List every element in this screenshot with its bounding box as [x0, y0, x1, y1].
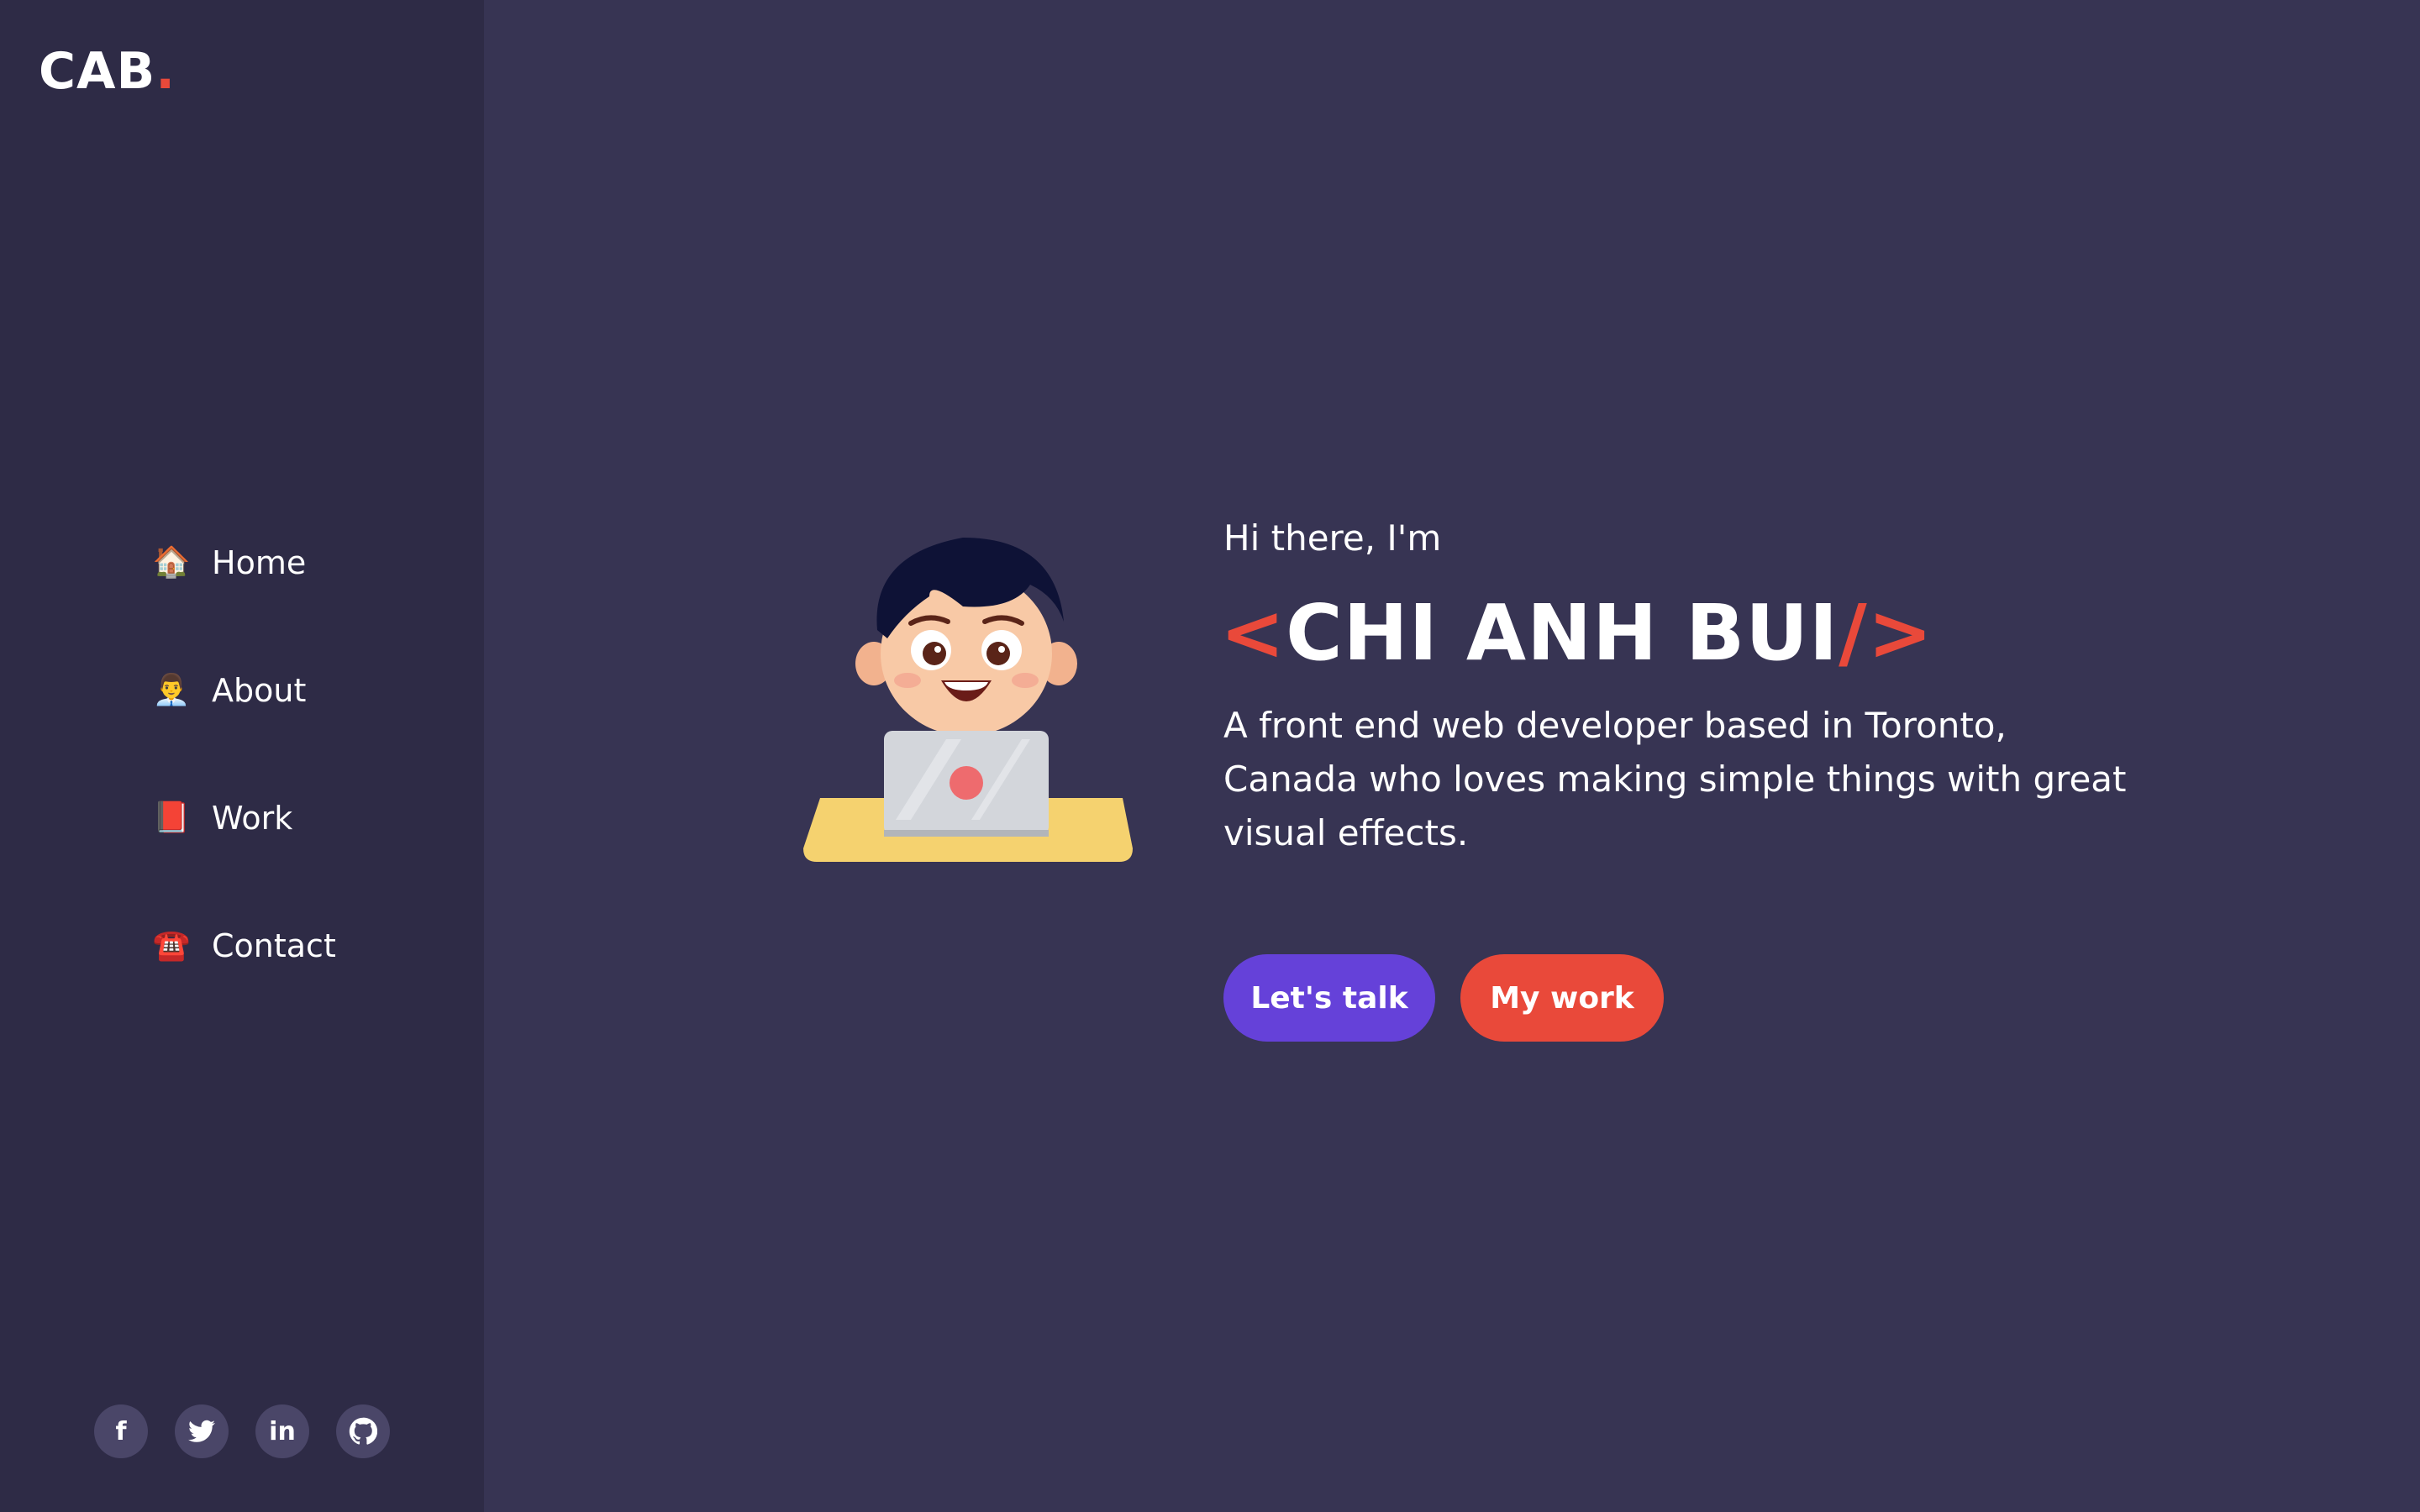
site-logo[interactable]: CAB.	[39, 42, 176, 101]
my-work-button[interactable]: My work	[1460, 954, 1664, 1042]
nav-label-contact: Contact	[212, 927, 336, 964]
hero-tagline: A front end web developer based in Toron…	[1223, 705, 2127, 853]
name-open-bracket: <	[1220, 588, 1286, 678]
sidebar: CAB. 🏠 Home 👨‍💼 About 📕 Work ☎️ Contact …	[0, 0, 484, 1512]
nav-item-contact[interactable]: ☎️ Contact	[153, 921, 336, 971]
nav-label-work: Work	[212, 800, 293, 837]
logo-text: CAB	[39, 42, 156, 101]
nav-item-home[interactable]: 🏠 Home	[152, 538, 307, 588]
book-icon: 📕	[152, 801, 191, 835]
github-icon	[349, 1417, 377, 1445]
left-pupil-shape	[923, 642, 946, 665]
nav-label-about: About	[212, 672, 307, 709]
logo-dot: .	[155, 42, 176, 101]
github-link[interactable]	[336, 1404, 390, 1458]
hero-greeting: Hi there, I'm	[1223, 517, 1442, 559]
right-eye-shine	[998, 646, 1005, 653]
name-close-bracket: >	[1867, 588, 1933, 678]
right-cheek-shape	[1012, 673, 1039, 688]
facebook-link[interactable]: f	[94, 1404, 148, 1458]
laptop-logo-shape	[950, 766, 983, 800]
right-pupil-shape	[986, 642, 1010, 665]
name-slash: /	[1839, 588, 1868, 678]
hero-name: <CHI ANH BUI/>	[1220, 588, 1933, 679]
facebook-icon: f	[115, 1416, 127, 1446]
twitter-link[interactable]	[175, 1404, 229, 1458]
nav-label-home: Home	[212, 544, 307, 581]
twitter-icon	[188, 1420, 215, 1442]
developer-illustration	[803, 538, 1133, 862]
person-icon: 👨‍💼	[152, 673, 191, 707]
left-eye-shine	[934, 646, 941, 653]
linkedin-icon: in	[269, 1416, 296, 1446]
house-icon: 🏠	[152, 545, 191, 580]
laptop-base	[884, 830, 1049, 837]
name-text: CHI ANH BUI	[1286, 588, 1839, 678]
nav-item-about[interactable]: 👨‍💼 About	[152, 665, 307, 716]
lets-talk-button[interactable]: Let's talk	[1223, 954, 1435, 1042]
linkedin-link[interactable]: in	[255, 1404, 309, 1458]
left-cheek-shape	[894, 673, 921, 688]
telephone-icon: ☎️	[152, 928, 191, 963]
social-links: f in	[94, 1404, 390, 1458]
nav-item-work[interactable]: 📕 Work	[152, 793, 293, 843]
